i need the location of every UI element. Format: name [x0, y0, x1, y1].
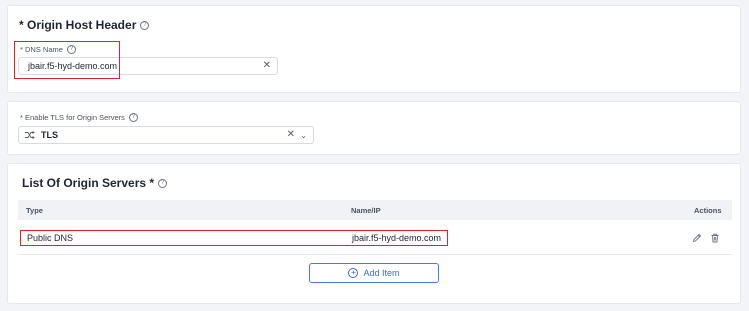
add-item-button[interactable]: + Add Item	[309, 263, 439, 283]
origin-servers-card: List Of Origin Servers * ? Type Name/IP …	[7, 163, 741, 304]
help-icon[interactable]: ?	[158, 178, 168, 188]
origin-host-header-card: * Origin Host Header ? * DNS Name ? jbai…	[7, 5, 741, 93]
row-divider	[18, 254, 732, 255]
column-actions: Actions	[694, 206, 722, 215]
help-icon[interactable]: ?	[140, 20, 150, 30]
plus-circle-icon: +	[348, 268, 359, 278]
origin-host-header-title: * Origin Host Header ?	[19, 18, 150, 32]
trash-icon[interactable]	[710, 233, 720, 243]
origin-servers-title-text: List Of Origin Servers *	[22, 176, 155, 190]
origin-host-header-title-text: * Origin Host Header	[19, 18, 137, 32]
tls-value: TLS	[41, 130, 58, 140]
close-icon[interactable]: ✕	[263, 60, 271, 71]
help-icon[interactable]: ?	[128, 113, 138, 122]
chevron-down-icon[interactable]: ⌄	[300, 131, 307, 140]
highlight-box	[20, 230, 448, 246]
add-item-label: Add Item	[363, 268, 400, 278]
column-name-ip: Name/IP	[351, 206, 381, 215]
pencil-icon[interactable]	[692, 233, 702, 243]
tls-select[interactable]: TLS ✕ ⌄	[18, 126, 314, 144]
table-header: Type Name/IP Actions	[18, 200, 732, 220]
tls-label: * Enable TLS for Origin Servers ?	[20, 113, 138, 122]
column-type: Type	[26, 206, 43, 215]
shuffle-icon	[25, 131, 35, 139]
highlight-box	[14, 41, 120, 79]
origin-servers-title: List Of Origin Servers * ?	[22, 176, 168, 190]
tls-label-text: * Enable TLS for Origin Servers	[20, 113, 125, 122]
close-icon[interactable]: ✕	[287, 129, 295, 140]
tls-card: * Enable TLS for Origin Servers ? TLS ✕ …	[7, 101, 741, 155]
